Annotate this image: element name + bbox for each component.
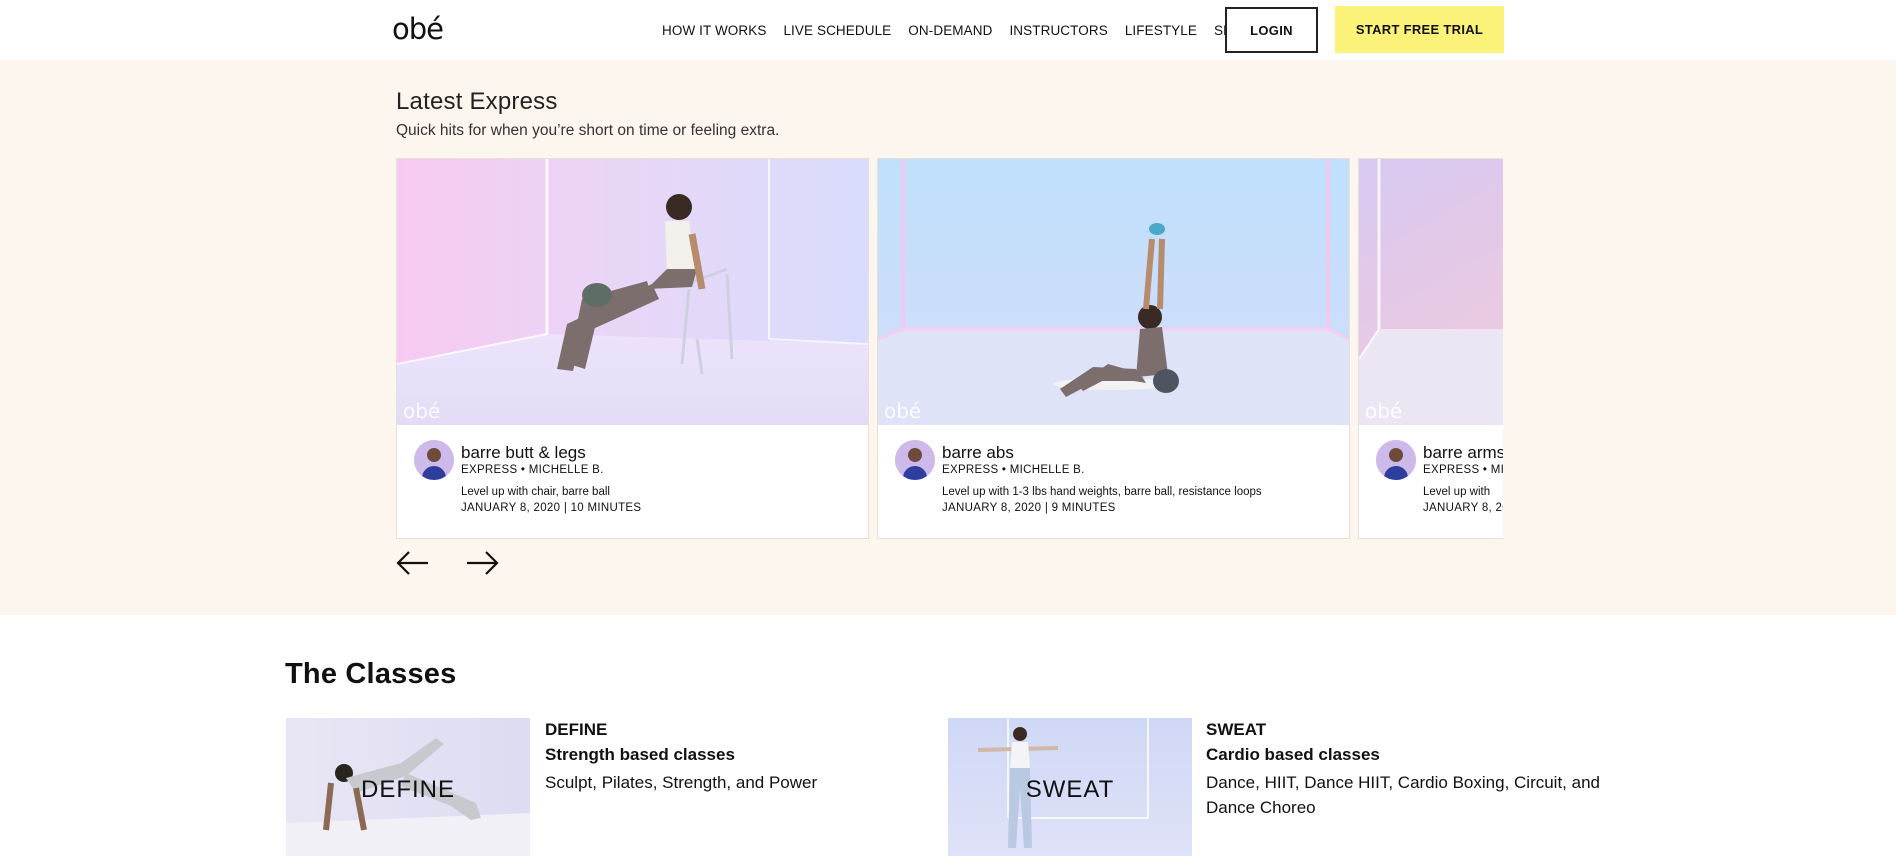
class-equipment: Level up with chair, barre ball [461, 486, 610, 498]
class-meta: EXPRESS • MICHELLE B. [1423, 464, 1503, 476]
workout-photo [1359, 159, 1503, 425]
class-thumbnail[interactable]: obé [878, 159, 1349, 425]
define-tile[interactable]: DEFINE [286, 718, 530, 856]
start-free-trial-button[interactable]: START FREE TRIAL [1335, 6, 1504, 53]
section-title: Latest Express [396, 88, 558, 115]
arrow-left-icon[interactable] [396, 550, 430, 576]
class-card[interactable]: obé barre abs EXPRESS • MICHELLE B. Leve… [877, 158, 1350, 539]
class-title[interactable]: barre butt & legs [461, 443, 586, 463]
class-thumbnail[interactable]: obé [397, 159, 868, 425]
obe-logo[interactable]: obé [392, 12, 444, 46]
instructor-avatar [1376, 440, 1416, 480]
section-subtitle: Quick hits for when you’re short on time… [396, 122, 780, 139]
class-date-duration: JANUARY 8, 2020 | 9 MINUTES [942, 502, 1116, 514]
thumbnail-watermark: obé [884, 399, 922, 423]
workout-photo [878, 159, 1349, 425]
nav-instructors[interactable]: INSTRUCTORS [1009, 23, 1107, 38]
express-carousel: obé barre butt & legs EXPRESS • MICHELLE… [396, 158, 1503, 540]
sweat-name[interactable]: SWEAT [1206, 720, 1266, 740]
thumbnail-watermark: obé [403, 399, 441, 423]
class-date-duration: JANUARY 8, 2020 | 10 MINUTES [461, 502, 642, 514]
class-meta: EXPRESS • MICHELLE B. [942, 464, 1085, 476]
main-nav: HOW IT WORKS LIVE SCHEDULE ON-DEMAND INS… [662, 0, 1270, 60]
site-header: obé HOW IT WORKS LIVE SCHEDULE ON-DEMAND… [0, 0, 1896, 60]
sweat-tagline: Cardio based classes [1206, 745, 1380, 764]
sweat-description: Dance, HIIT, Dance HIIT, Cardio Boxing, … [1206, 773, 1600, 817]
latest-express-section: Latest Express Quick hits for when you’r… [0, 60, 1896, 615]
sweat-tile-label: SWEAT [1025, 776, 1115, 803]
define-tagline: Strength based classes [545, 745, 735, 764]
define-description: Sculpt, Pilates, Strength, and Power [545, 773, 818, 792]
class-equipment: Level up with [1423, 486, 1491, 498]
instructor-avatar [414, 440, 454, 480]
thumbnail-watermark: obé [1365, 399, 1403, 423]
workout-photo [397, 159, 868, 425]
classes-title: The Classes [285, 658, 457, 690]
nav-lifestyle[interactable]: LIFESTYLE [1125, 23, 1197, 38]
nav-on-demand[interactable]: ON-DEMAND [908, 23, 992, 38]
class-meta: EXPRESS • MICHELLE B. [461, 464, 604, 476]
define-tile-label: DEFINE [360, 776, 455, 803]
instructor-avatar [895, 440, 935, 480]
arrow-right-icon[interactable] [465, 550, 499, 576]
class-title[interactable]: barre abs [942, 443, 1014, 463]
class-date-duration: JANUARY 8, 2020 [1423, 502, 1503, 514]
sweat-tile[interactable]: SWEAT [948, 718, 1192, 856]
class-card[interactable]: obé barre butt & legs EXPRESS • MICHELLE… [396, 158, 869, 539]
nav-how-it-works[interactable]: HOW IT WORKS [662, 23, 766, 38]
login-button[interactable]: LOGIN [1225, 7, 1318, 53]
class-title[interactable]: barre arms [1423, 443, 1503, 463]
define-name[interactable]: DEFINE [545, 720, 607, 740]
class-thumbnail[interactable]: obé [1359, 159, 1503, 425]
nav-live-schedule[interactable]: LIVE SCHEDULE [783, 23, 891, 38]
class-equipment: Level up with 1-3 lbs hand weights, barr… [942, 486, 1262, 498]
class-card[interactable]: obé barre arms EXPRESS • MICHELLE B. Lev… [1358, 158, 1503, 539]
